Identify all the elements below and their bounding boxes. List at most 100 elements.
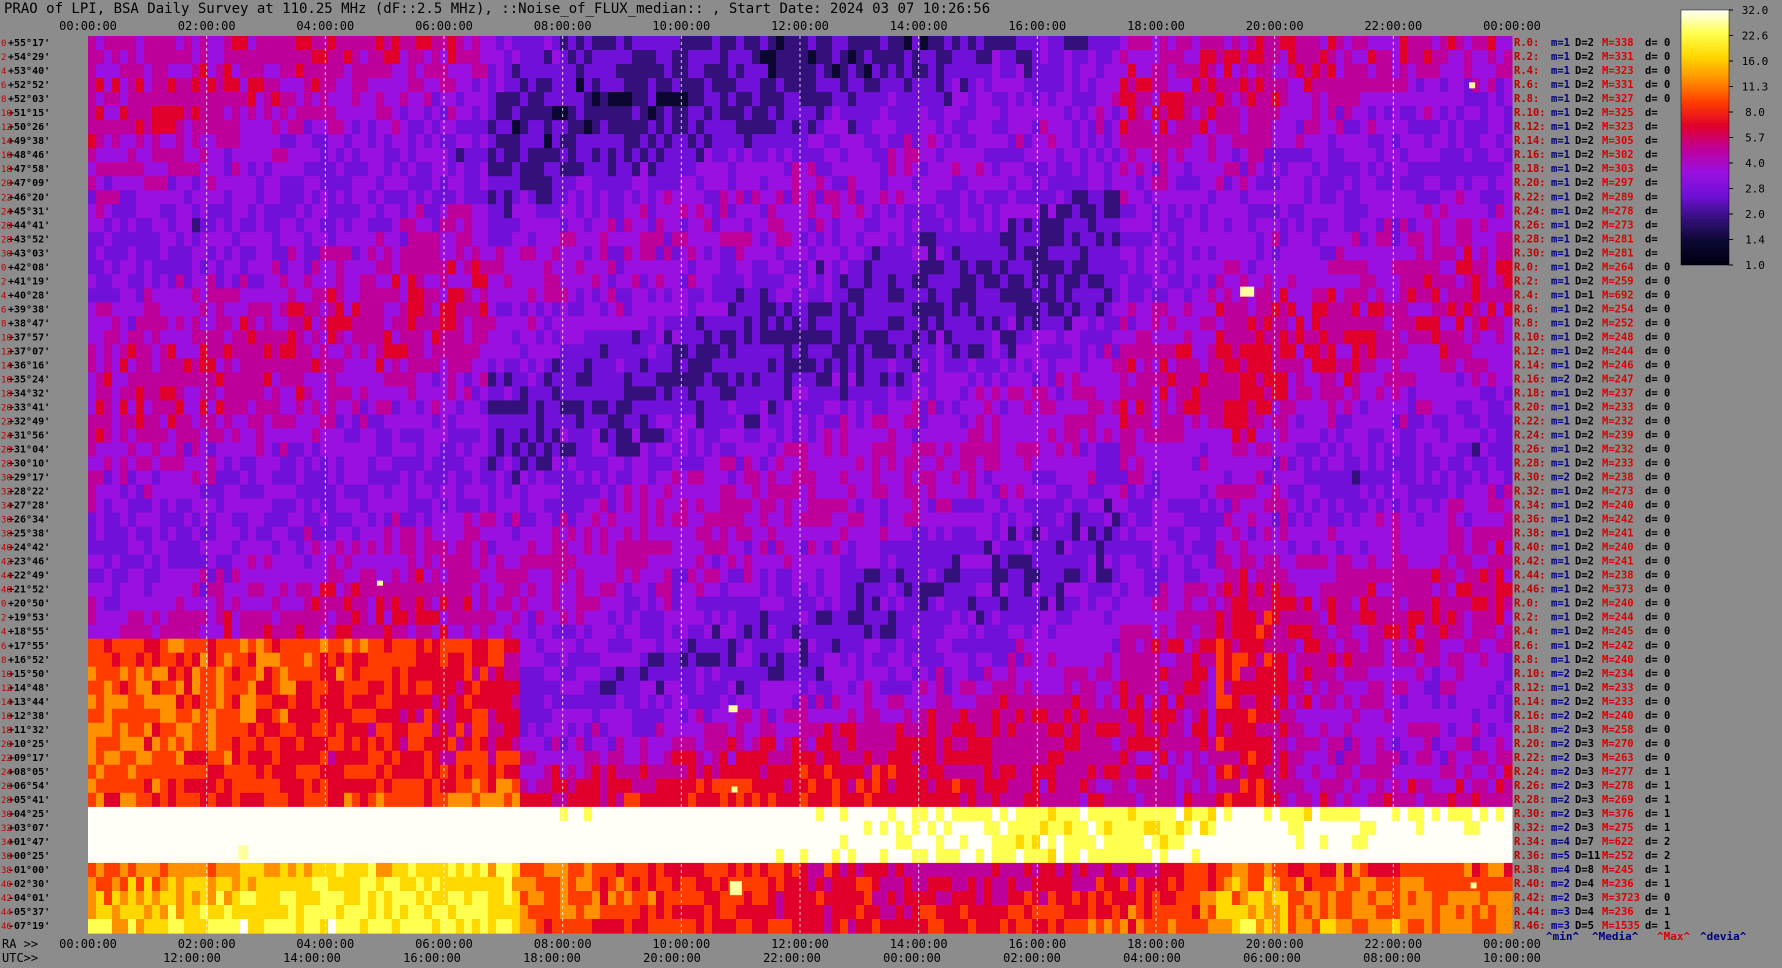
heatmap-cell <box>568 134 577 149</box>
heatmap-cell <box>1080 36 1089 51</box>
heatmap-cell <box>1328 288 1337 303</box>
heatmap-cell <box>632 106 641 121</box>
heatmap-cell <box>144 400 153 416</box>
heatmap-cell <box>592 162 601 177</box>
heatmap-cell <box>728 232 737 247</box>
heatmap-cell <box>1072 400 1081 416</box>
heatmap-cell <box>784 246 793 261</box>
heatmap-cell <box>1304 246 1313 261</box>
heatmap-cell <box>1280 358 1289 374</box>
heatmap-cell <box>936 274 945 289</box>
heatmap-cell <box>464 344 473 359</box>
heatmap-cell <box>560 134 569 149</box>
heatmap-cell <box>88 148 97 163</box>
heatmap-cell <box>1072 162 1081 177</box>
heatmap-cell <box>312 400 321 416</box>
heatmap-cell <box>96 428 105 444</box>
heatmap-cell <box>720 316 729 331</box>
heatmap-cell <box>424 232 433 247</box>
heatmap-cell <box>840 190 849 205</box>
heatmap-cell <box>1080 288 1089 303</box>
heatmap-cell <box>584 92 593 107</box>
heatmap-cell <box>608 246 617 261</box>
heatmap-cell <box>1016 92 1025 107</box>
heatmap-cell <box>768 190 777 205</box>
heatmap-cell <box>896 190 905 205</box>
heatmap-cell <box>760 372 769 388</box>
heatmap-cell <box>1240 50 1249 65</box>
heatmap-cell <box>840 414 849 430</box>
heatmap-cell <box>496 414 505 430</box>
heatmap-cell <box>744 148 753 163</box>
heatmap-cell <box>296 274 305 289</box>
heatmap-cell <box>656 64 665 79</box>
heatmap-cell <box>296 36 305 51</box>
heatmap-cell <box>1488 218 1497 233</box>
heatmap-cell <box>1368 358 1377 374</box>
heatmap-cell <box>1296 148 1305 163</box>
heatmap-cell <box>368 400 377 416</box>
heatmap-cell <box>1464 64 1473 79</box>
heatmap-cell <box>432 372 441 388</box>
heatmap-cell <box>640 330 649 345</box>
heatmap-cell <box>368 204 377 219</box>
heatmap-cell <box>720 400 729 416</box>
heatmap-cell <box>464 162 473 177</box>
heatmap-cell <box>640 64 649 79</box>
heatmap-cell <box>432 106 441 121</box>
heatmap-cell <box>1304 120 1313 135</box>
heatmap-cell <box>720 50 729 65</box>
heatmap-cell <box>664 330 673 345</box>
heatmap-cell <box>376 386 385 402</box>
heatmap-cell <box>1016 316 1025 331</box>
heatmap-cell <box>800 106 809 121</box>
heatmap-cell <box>1384 92 1393 107</box>
heatmap-cell <box>1176 246 1185 261</box>
heatmap-cell <box>872 190 881 205</box>
heatmap-cell <box>1072 106 1081 121</box>
heatmap-cell <box>1104 190 1113 205</box>
heatmap-cell <box>232 372 241 388</box>
heatmap-cell <box>120 218 129 233</box>
heatmap-cell <box>1048 260 1057 275</box>
heatmap-cell <box>1024 120 1033 135</box>
heatmap-cell <box>1024 330 1033 345</box>
heatmap-cell <box>104 106 113 121</box>
heatmap-cell <box>1408 78 1417 93</box>
heatmap-cell <box>912 372 921 388</box>
heatmap-cell <box>1448 176 1457 191</box>
heatmap-cell <box>656 176 665 191</box>
heatmap-cell <box>1224 148 1233 163</box>
heatmap-cell <box>856 64 865 79</box>
heatmap-cell <box>152 106 161 121</box>
heatmap-cell <box>160 344 169 359</box>
heatmap-cell <box>848 386 857 402</box>
heatmap-cell <box>824 400 833 416</box>
heatmap-cell <box>936 232 945 247</box>
heatmap-cell <box>1352 92 1361 107</box>
heatmap-cell <box>272 50 281 65</box>
heatmap-cell <box>1496 260 1505 275</box>
heatmap-cell <box>1464 330 1473 345</box>
heatmap-cell <box>232 120 241 135</box>
heatmap-cell <box>600 218 609 233</box>
heatmap-cell <box>880 386 889 402</box>
heatmap-cell <box>424 36 433 51</box>
heatmap-cell <box>216 288 225 303</box>
heatmap-cell <box>1240 232 1249 247</box>
heatmap-cell <box>304 162 313 177</box>
heatmap-cell <box>1232 36 1241 51</box>
heatmap-cell <box>392 190 401 205</box>
heatmap-cell <box>224 288 233 303</box>
heatmap-cell <box>200 372 209 388</box>
heatmap-cell <box>152 134 161 149</box>
heatmap-cell <box>816 260 825 275</box>
heatmap-cell <box>1408 148 1417 163</box>
heatmap-cell <box>104 428 113 444</box>
heatmap-cell <box>1416 330 1425 345</box>
heatmap-cell <box>408 50 417 65</box>
heatmap-cell <box>568 92 577 107</box>
heatmap-cell <box>312 106 321 121</box>
heatmap-cell <box>88 246 97 261</box>
heatmap-cell <box>1376 246 1385 261</box>
